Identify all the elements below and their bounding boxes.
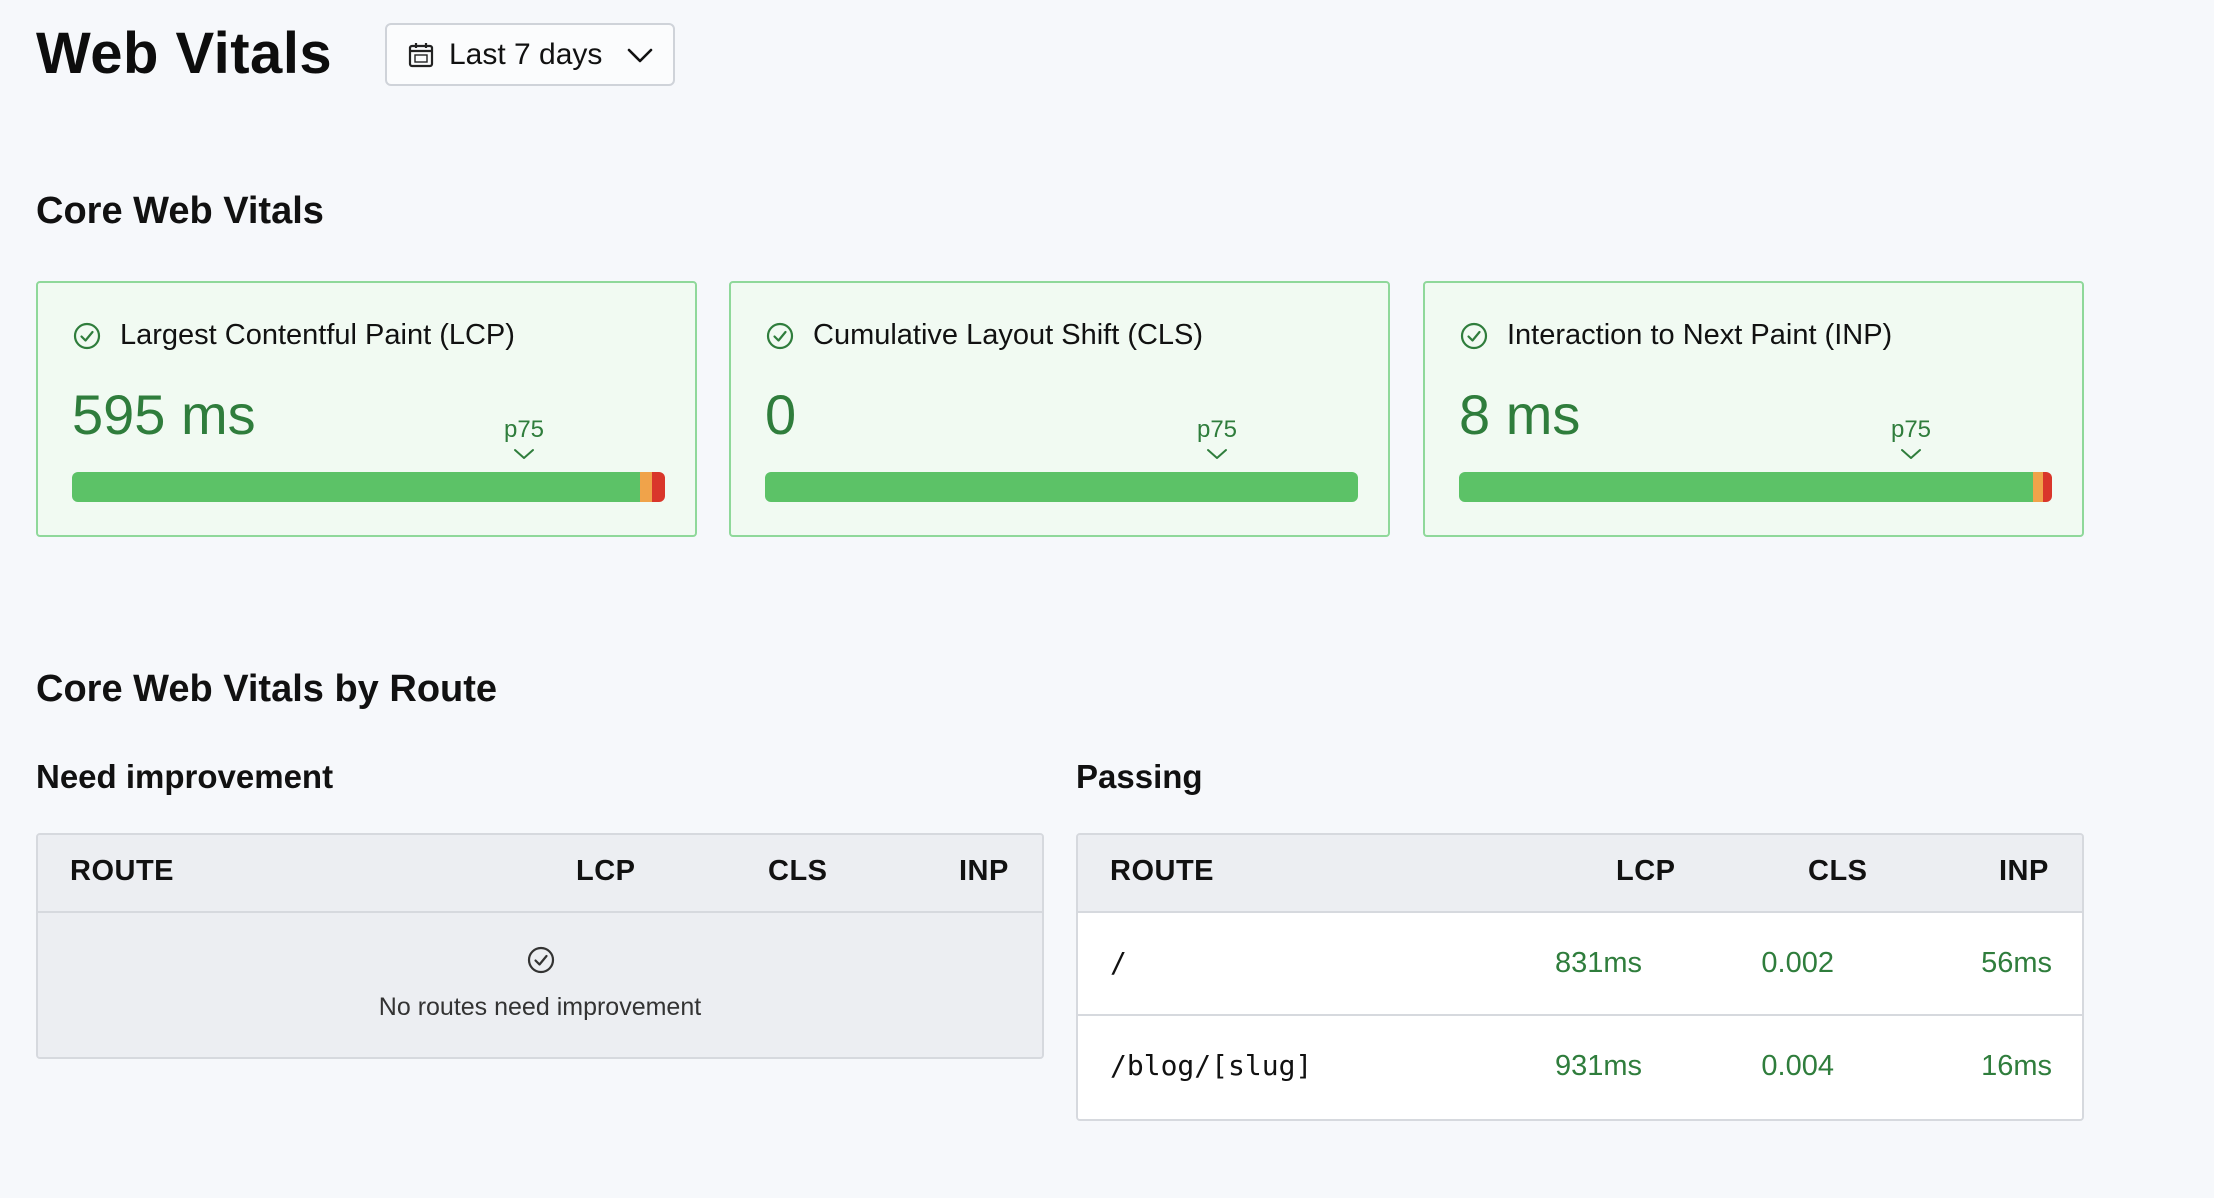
metric-name: Cumulative Layout Shift (CLS) <box>813 319 1204 351</box>
column-header-route: ROUTE <box>70 855 174 887</box>
column-header-route: ROUTE <box>1110 855 1214 887</box>
core-web-vitals-heading: Core Web Vitals <box>36 190 324 232</box>
column-header-inp: INP <box>959 855 1009 887</box>
table-row[interactable]: /blog/[slug] 931ms 0.004 16ms <box>1078 1016 2082 1119</box>
need-improvement-table: ROUTE LCP CLS INP No routes need improve… <box>36 833 1044 1059</box>
page-title: Web Vitals <box>36 21 333 86</box>
passing-heading: Passing <box>1076 758 1203 795</box>
route-cell: / <box>1110 946 1127 979</box>
p75-marker-label: p75 <box>1196 416 1238 443</box>
distribution-bar <box>765 472 1358 502</box>
date-range-label: Last 7 days <box>449 37 603 71</box>
bar-segment-needs-improvement <box>639 472 652 502</box>
lcp-cell: 931ms <box>1554 1050 1642 1082</box>
column-header-cls: CLS <box>768 855 828 887</box>
metric-value: 595 ms <box>72 383 256 446</box>
empty-state: No routes need improvement <box>38 913 1042 1057</box>
metric-name: Largest Contentful Paint (LCP) <box>120 319 515 351</box>
chevron-down-icon <box>628 48 653 62</box>
inp-cell: 56ms <box>1981 947 2052 979</box>
metric-card-cls[interactable]: Cumulative Layout Shift (CLS) 0 p75 <box>729 281 1390 537</box>
metric-card-header: Largest Contentful Paint (LCP) <box>72 319 515 352</box>
caret-down-icon <box>1207 449 1227 459</box>
cls-cell: 0.004 <box>1761 1050 1834 1082</box>
passing-table: ROUTE LCP CLS INP / 831ms 0.002 56ms /bl… <box>1076 833 2084 1121</box>
metric-value: 8 ms <box>1459 383 1581 446</box>
p75-marker-label: p75 <box>1890 416 1932 443</box>
caret-down-icon <box>514 449 534 459</box>
bar-segment-good <box>72 472 640 502</box>
check-circle-icon <box>766 322 794 349</box>
empty-state-message: No routes need improvement <box>378 993 702 1021</box>
metric-card-lcp[interactable]: Largest Contentful Paint (LCP) 595 ms p75 <box>36 281 697 537</box>
by-route-heading: Core Web Vitals by Route <box>36 668 498 710</box>
need-improvement-heading: Need improvement <box>36 758 334 795</box>
inp-cell: 16ms <box>1981 1050 2052 1082</box>
check-circle-icon <box>73 322 101 349</box>
web-vitals-page: Web Vitals Last 7 days Core Web Vitals L… <box>0 0 2214 1198</box>
date-range-dropdown[interactable]: Last 7 days <box>385 23 675 86</box>
route-cell: /blog/[slug] <box>1110 1049 1313 1082</box>
check-circle-icon <box>527 946 555 974</box>
distribution-bar <box>1459 472 2052 502</box>
bar-segment-good <box>1459 472 2034 502</box>
p75-marker-label: p75 <box>503 416 545 443</box>
bar-segment-poor <box>651 472 665 502</box>
column-header-lcp: LCP <box>576 855 636 887</box>
metric-card-header: Cumulative Layout Shift (CLS) <box>765 319 1203 352</box>
bar-segment-good <box>765 472 1358 502</box>
metric-name: Interaction to Next Paint (INP) <box>1507 319 1893 351</box>
metric-card-header: Interaction to Next Paint (INP) <box>1459 319 1892 352</box>
lcp-cell: 831ms <box>1554 947 1642 979</box>
cls-cell: 0.002 <box>1761 947 1834 979</box>
column-header-inp: INP <box>1999 855 2049 887</box>
bar-segment-needs-improvement <box>2033 472 2043 502</box>
column-header-cls: CLS <box>1808 855 1868 887</box>
metric-value: 0 <box>765 383 797 446</box>
check-circle-icon <box>1460 322 1488 349</box>
table-header: ROUTE LCP CLS INP <box>38 835 1042 913</box>
table-row[interactable]: / 831ms 0.002 56ms <box>1078 913 2082 1016</box>
caret-down-icon <box>1901 449 1921 459</box>
distribution-bar <box>72 472 665 502</box>
table-header: ROUTE LCP CLS INP <box>1078 835 2082 913</box>
bar-segment-poor <box>2042 472 2052 502</box>
metric-card-inp[interactable]: Interaction to Next Paint (INP) 8 ms p75 <box>1423 281 2084 537</box>
column-header-lcp: LCP <box>1616 855 1676 887</box>
calendar-icon <box>408 42 434 67</box>
